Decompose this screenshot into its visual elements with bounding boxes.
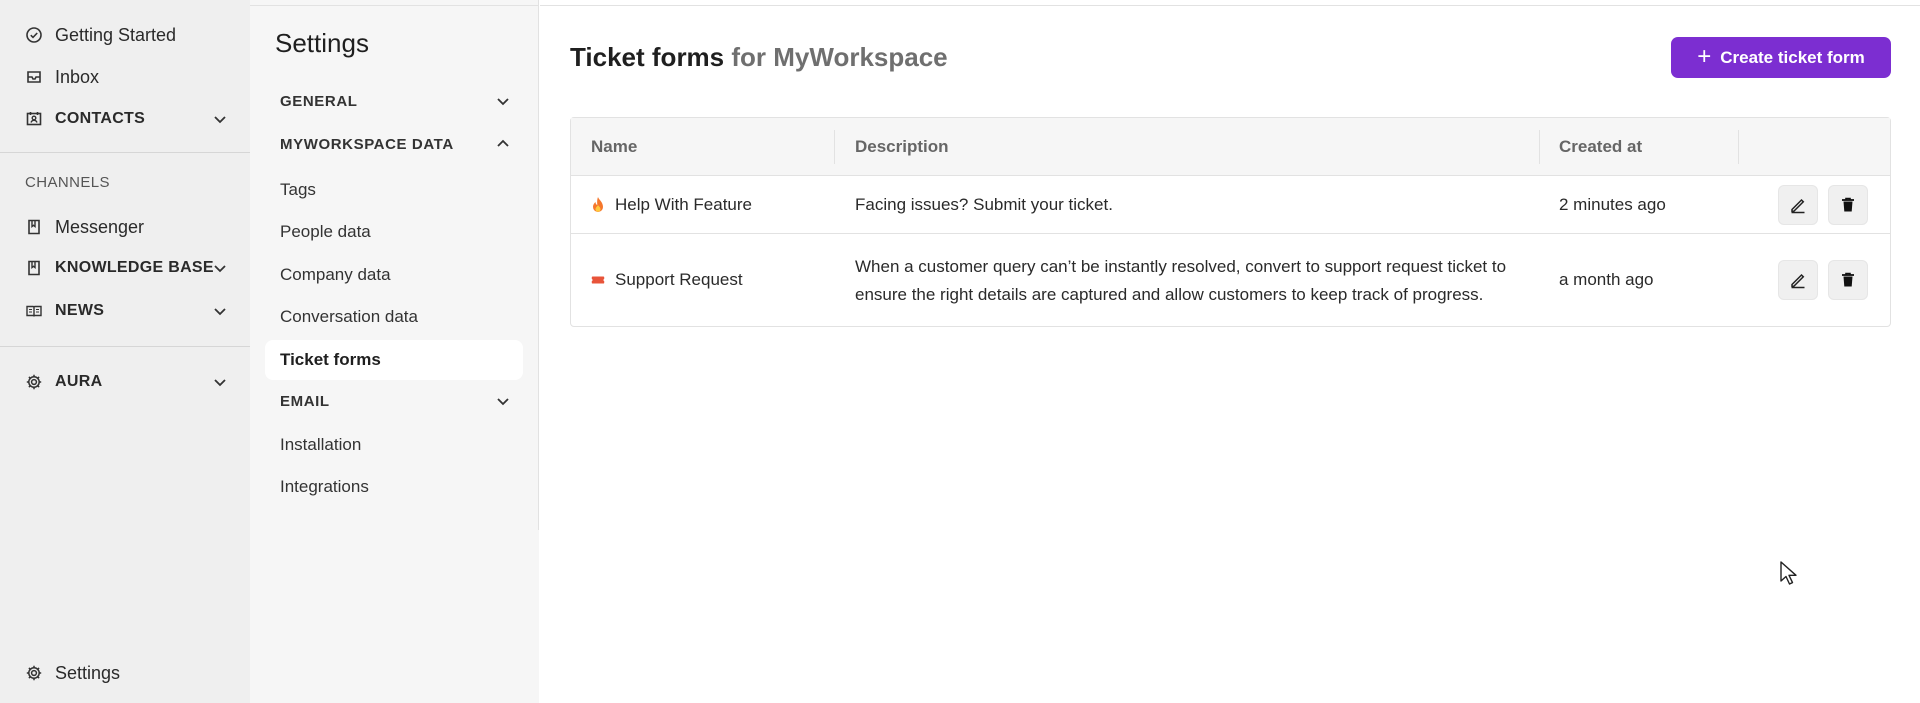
subnav-link-company-data[interactable]: Company data	[280, 265, 391, 285]
subnav-link-ticket-forms[interactable]: Ticket forms	[265, 340, 523, 380]
subnav-group-label: EMAIL	[280, 392, 330, 410]
main-content: Ticket forms for MyWorkspace + Create ti…	[540, 0, 1920, 703]
chevron-up-icon	[497, 139, 509, 147]
edit-button[interactable]	[1778, 260, 1818, 300]
subnav-link-tags[interactable]: Tags	[280, 180, 316, 200]
sidebar-item-label: Messenger	[55, 216, 145, 237]
sidebar-item-label: NEWS	[55, 302, 105, 319]
subnav-group-label: MYWORKSPACE DATA	[280, 135, 454, 153]
column-header-created-at[interactable]: Created at	[1559, 118, 1642, 176]
sidebar-item-inbox[interactable]: Inbox	[25, 61, 230, 93]
sidebar-item-label: CONTACTS	[55, 110, 146, 127]
news-icon	[25, 302, 43, 320]
row-name-label: Support Request	[615, 270, 743, 289]
sidebar-item-aura[interactable]: AURA	[25, 366, 230, 398]
column-divider	[1738, 130, 1739, 164]
gear-icon	[25, 373, 43, 391]
row-name[interactable]: Support Request	[591, 234, 743, 326]
sidebar-item-contacts[interactable]: CONTACTS	[25, 103, 230, 135]
inbox-icon	[25, 68, 43, 86]
sidebar-item-settings[interactable]: Settings	[25, 657, 230, 689]
sidebar-divider	[0, 346, 250, 347]
sidebar-item-label: AURA	[55, 373, 103, 390]
subnav-title: Settings	[275, 28, 369, 58]
subnav-link-integrations[interactable]: Integrations	[280, 477, 369, 497]
create-ticket-form-label: Create ticket form	[1720, 47, 1865, 67]
ticket-forms-table: Name Description Created at Help With Fe…	[570, 117, 1891, 327]
trash-icon	[1842, 272, 1854, 287]
sidebar-item-knowledge-base[interactable]: KNOWLEDGE BASE	[25, 252, 230, 284]
sidebar-item-messenger[interactable]: Messenger	[25, 211, 230, 243]
column-divider	[1539, 130, 1540, 164]
page-title-main: Ticket forms	[570, 42, 725, 72]
chevron-down-icon	[497, 98, 509, 106]
pencil-icon	[1791, 198, 1805, 214]
main-sidebar: Getting Started Inbox CONTACTS CHANNELS …	[0, 0, 250, 703]
chevron-down-icon	[497, 398, 509, 406]
delete-button[interactable]	[1828, 185, 1868, 225]
column-divider	[834, 130, 835, 164]
fire-icon	[591, 196, 605, 214]
row-description: When a customer query can’t be instantly…	[855, 257, 1507, 304]
create-ticket-form-button[interactable]: + Create ticket form	[1671, 37, 1891, 78]
row-description: Facing issues? Submit your ticket.	[855, 195, 1113, 214]
chevron-down-icon[interactable]	[212, 111, 228, 127]
row-name[interactable]: Help With Feature	[591, 176, 752, 234]
sidebar-item-label: KNOWLEDGE BASE	[55, 259, 214, 276]
subnav-group-general[interactable]: GENERAL	[280, 85, 511, 117]
delete-button[interactable]	[1828, 260, 1868, 300]
sidebar-divider	[0, 152, 250, 153]
subnav-group-email[interactable]: EMAIL	[280, 385, 511, 417]
book-icon	[25, 259, 43, 277]
subnav-divider	[538, 0, 539, 530]
column-header-description[interactable]: Description	[855, 118, 949, 176]
table-header: Name Description Created at	[571, 118, 1890, 176]
page-title-workspace: for MyWorkspace	[731, 42, 948, 72]
mouse-cursor-icon	[1780, 561, 1797, 585]
row-created-at: a month ago	[1559, 270, 1654, 289]
chevron-down-icon[interactable]	[212, 303, 228, 319]
column-header-name[interactable]: Name	[591, 118, 637, 176]
sidebar-item-getting-started[interactable]: Getting Started	[25, 19, 230, 51]
subnav-link-people-data[interactable]: People data	[280, 222, 371, 242]
ticket-icon	[591, 271, 605, 289]
subnav-top-bar	[250, 0, 539, 6]
row-created-at: 2 minutes ago	[1559, 195, 1666, 214]
check-circle-icon	[25, 26, 43, 44]
main-top-bar	[540, 0, 1920, 6]
table-row[interactable]: Support Request When a customer query ca…	[571, 234, 1890, 326]
contacts-icon	[25, 110, 43, 128]
settings-subnav: Settings GENERAL MYWORKSPACE DATA Tags P…	[250, 0, 539, 703]
sidebar-item-label: Getting Started	[55, 24, 177, 45]
sidebar-item-label: Settings	[55, 662, 121, 683]
sidebar-item-label: Inbox	[55, 66, 100, 87]
gear-icon	[25, 664, 43, 682]
row-name-label: Help With Feature	[615, 195, 752, 214]
table-row[interactable]: Help With Feature Facing issues? Submit …	[571, 176, 1890, 234]
subnav-link-installation[interactable]: Installation	[280, 435, 361, 455]
subnav-link-conversation-data[interactable]: Conversation data	[280, 307, 418, 327]
subnav-group-workspace-data[interactable]: MYWORKSPACE DATA	[280, 128, 511, 160]
trash-icon	[1842, 197, 1854, 212]
page-title: Ticket forms for MyWorkspace	[570, 42, 948, 73]
chevron-down-icon[interactable]	[212, 260, 228, 276]
plus-icon: +	[1697, 42, 1712, 70]
subnav-group-label: GENERAL	[280, 92, 358, 110]
edit-button[interactable]	[1778, 185, 1818, 225]
book-icon	[25, 218, 43, 236]
pencil-icon	[1791, 273, 1805, 289]
sidebar-item-news[interactable]: NEWS	[25, 295, 230, 327]
chevron-down-icon[interactable]	[212, 374, 228, 390]
channels-section-label: CHANNELS	[25, 174, 110, 191]
